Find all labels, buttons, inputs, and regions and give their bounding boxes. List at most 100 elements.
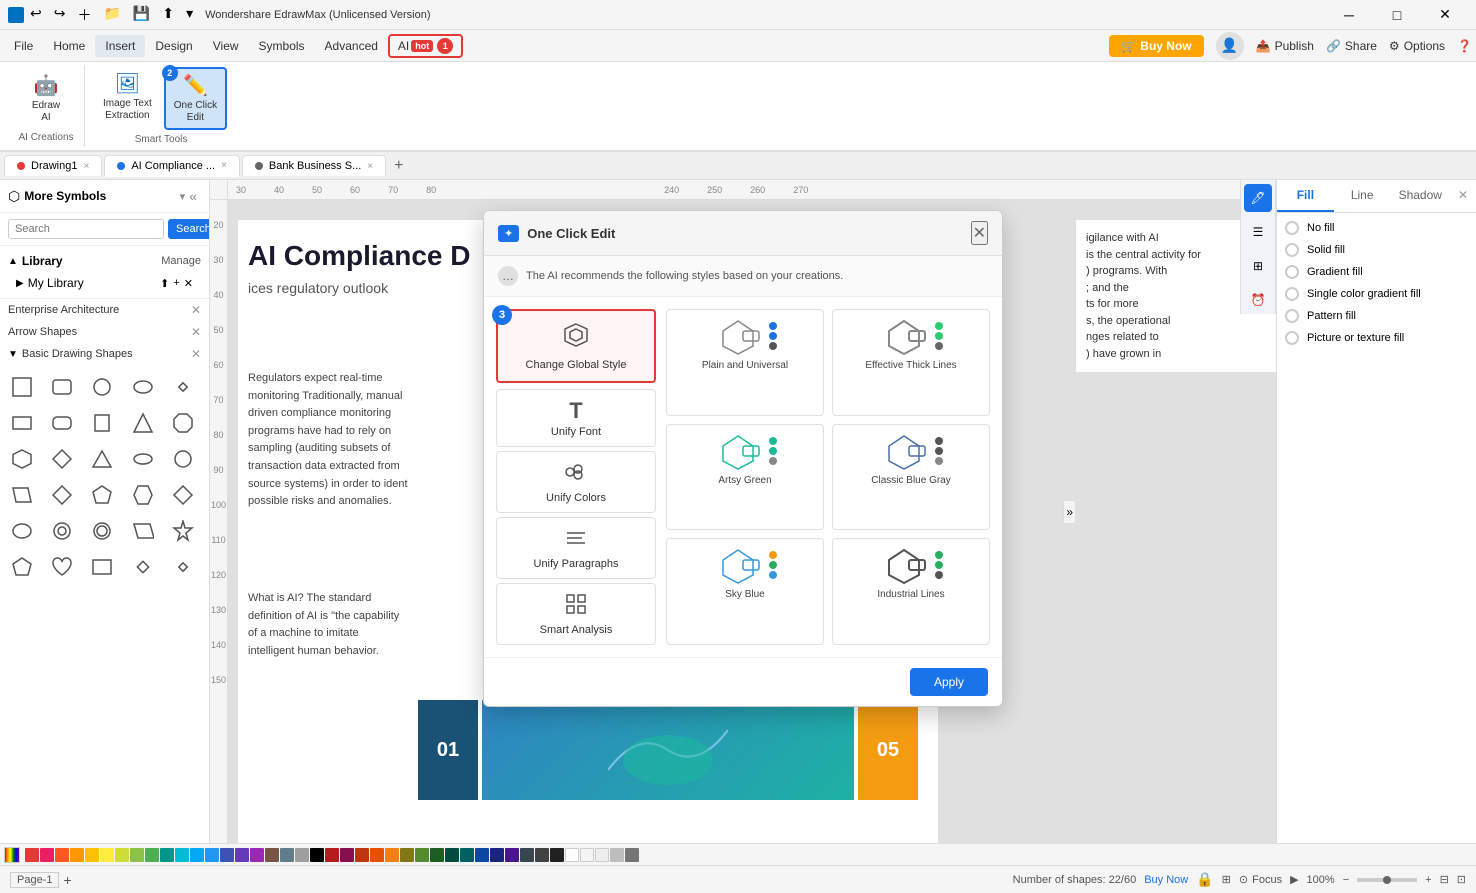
swatch-offwhite[interactable] — [580, 848, 594, 862]
toolbar-image-text[interactable]: 🖼 Image Text Extraction — [95, 67, 160, 130]
zoom-slider[interactable] — [1357, 878, 1417, 882]
shape-diamond3[interactable] — [167, 479, 199, 511]
layers-btn[interactable]: ⊞ — [1222, 873, 1231, 886]
toolbar-one-click[interactable]: 2 ✏️ One Click Edit — [164, 67, 227, 130]
swatch-red[interactable] — [25, 848, 39, 862]
tab-drawing1[interactable]: Drawing1 × — [4, 155, 102, 176]
fill-picture[interactable]: Picture or texture fill — [1285, 331, 1468, 345]
color-picker-btn[interactable] — [4, 847, 20, 863]
swatch-lime2[interactable] — [400, 848, 414, 862]
close-btn[interactable]: ✕ — [1422, 0, 1468, 30]
full-screen-btn[interactable]: ⊡ — [1457, 873, 1466, 886]
swatch-yellow[interactable] — [100, 848, 114, 862]
swatch-dark-red[interactable] — [325, 848, 339, 862]
shape-rounded2[interactable] — [46, 407, 78, 439]
tab-shadow[interactable]: Shadow — [1391, 180, 1450, 212]
share-btn[interactable]: 🔗 Share — [1326, 39, 1377, 53]
fill-gradient-radio[interactable] — [1285, 265, 1299, 279]
swatch-grey3[interactable] — [535, 848, 549, 862]
save-btn[interactable]: 💾 — [133, 5, 150, 25]
shape-diamond-small[interactable] — [167, 371, 199, 403]
tab-bank[interactable]: Bank Business S... × — [242, 155, 386, 176]
fill-single-gradient-radio[interactable] — [1285, 287, 1299, 301]
my-library-close[interactable]: ✕ — [184, 277, 193, 290]
menu-symbols[interactable]: Symbols — [249, 35, 315, 57]
swatch-blue[interactable] — [205, 848, 219, 862]
shape-circle2[interactable] — [167, 443, 199, 475]
open-btn[interactable]: 📁 — [103, 5, 120, 25]
swatch-blue2[interactable] — [475, 848, 489, 862]
swatch-dkgrey[interactable] — [550, 848, 564, 862]
shape-rounded-rect[interactable] — [46, 371, 78, 403]
shape-hex2[interactable] — [127, 479, 159, 511]
menu-view[interactable]: View — [203, 35, 249, 57]
shape-tri2[interactable] — [86, 443, 118, 475]
fill-no-fill[interactable]: No fill — [1285, 221, 1468, 235]
swatch-cyan[interactable] — [175, 848, 189, 862]
tab-fill[interactable]: Fill — [1277, 180, 1334, 212]
swatch-cyan2[interactable] — [460, 848, 474, 862]
style-artsy[interactable]: Artsy Green — [666, 424, 824, 531]
swatch-teal[interactable] — [160, 848, 174, 862]
menu-home[interactable]: Home — [43, 35, 95, 57]
shape-triangle[interactable] — [127, 407, 159, 439]
fill-no-fill-radio[interactable] — [1285, 221, 1299, 235]
swatch-grey4[interactable] — [625, 848, 639, 862]
tab-close-drawing1[interactable]: × — [83, 161, 89, 172]
options-btn[interactable]: ⚙ Options — [1389, 39, 1445, 53]
status-buy-now[interactable]: Buy Now — [1144, 874, 1188, 886]
undo-btn[interactable]: ↩ — [30, 5, 42, 25]
fill-single-gradient[interactable]: Single color gradient fill — [1285, 287, 1468, 301]
swatch-purple2[interactable] — [505, 848, 519, 862]
menu-insert[interactable]: Insert — [95, 35, 145, 57]
swatch-dg2[interactable] — [430, 848, 444, 862]
swatch-midgrey[interactable] — [610, 848, 624, 862]
new-tab-btn[interactable]: + — [388, 157, 409, 175]
menu-ai[interactable]: AI hot 1 — [388, 34, 463, 58]
dialog-close-btn[interactable]: ✕ — [971, 221, 988, 245]
style-classic[interactable]: Classic Blue Gray — [832, 424, 990, 531]
shape-pentagon2[interactable] — [6, 551, 38, 583]
my-library-item[interactable]: ▶ My Library ⬆ + ✕ — [8, 272, 201, 294]
shape-parallelogram[interactable] — [6, 479, 38, 511]
opt-unify-paragraphs[interactable]: Unify Paragraphs — [496, 517, 656, 579]
shape-parallelogram2[interactable] — [127, 515, 159, 547]
shape-ring2[interactable] — [86, 515, 118, 547]
fill-gradient[interactable]: Gradient fill — [1285, 265, 1468, 279]
shape-sunburst[interactable] — [167, 515, 199, 547]
menu-file[interactable]: File — [4, 35, 43, 57]
toolbar-edraw-ai[interactable]: 🤖 Edraw AI — [16, 69, 76, 128]
swatch-lg2[interactable] — [415, 848, 429, 862]
swatch-light-blue[interactable] — [190, 848, 204, 862]
shape-diamond2[interactable] — [46, 479, 78, 511]
more-btn[interactable]: ▾ — [186, 5, 193, 25]
swatch-grey2[interactable] — [520, 848, 534, 862]
shape-rect3[interactable] — [86, 407, 118, 439]
buy-now-btn[interactable]: 🛒 Buy Now — [1109, 35, 1203, 57]
swatch-lightgrey[interactable] — [595, 848, 609, 862]
swatch-blue-grey[interactable] — [280, 848, 294, 862]
search-button[interactable]: Search — [168, 219, 210, 239]
my-library-add[interactable]: + — [173, 277, 179, 290]
fit-page-btn[interactable]: ⊟ — [1440, 873, 1449, 886]
enterprise-arch-item[interactable]: Enterprise Architecture ✕ — [0, 299, 209, 321]
apply-btn[interactable]: Apply — [910, 668, 988, 696]
fill-picture-radio[interactable] — [1285, 331, 1299, 345]
minimize-btn[interactable]: ─ — [1326, 0, 1372, 30]
redo-btn[interactable]: ↪ — [54, 5, 66, 25]
swatch-pink[interactable] — [40, 848, 54, 862]
shape-small-diamond[interactable] — [127, 551, 159, 583]
swatch-deep-orange[interactable] — [55, 848, 69, 862]
swatch-teal2[interactable] — [445, 848, 459, 862]
swatch-orange2[interactable] — [370, 848, 384, 862]
publish-btn[interactable]: 📤 Publish — [1256, 39, 1314, 53]
arrow-shapes-close[interactable]: ✕ — [191, 325, 201, 339]
fill-solid[interactable]: Solid fill — [1285, 243, 1468, 257]
new-btn[interactable]: ＋ — [77, 5, 91, 25]
search-input[interactable] — [8, 219, 164, 239]
swatch-grey[interactable] — [295, 848, 309, 862]
basic-shapes-item[interactable]: ▼ Basic Drawing Shapes ✕ — [0, 343, 209, 365]
shape-hexagon[interactable] — [6, 443, 38, 475]
shape-circle[interactable] — [86, 371, 118, 403]
maximize-btn[interactable]: □ — [1374, 0, 1420, 30]
